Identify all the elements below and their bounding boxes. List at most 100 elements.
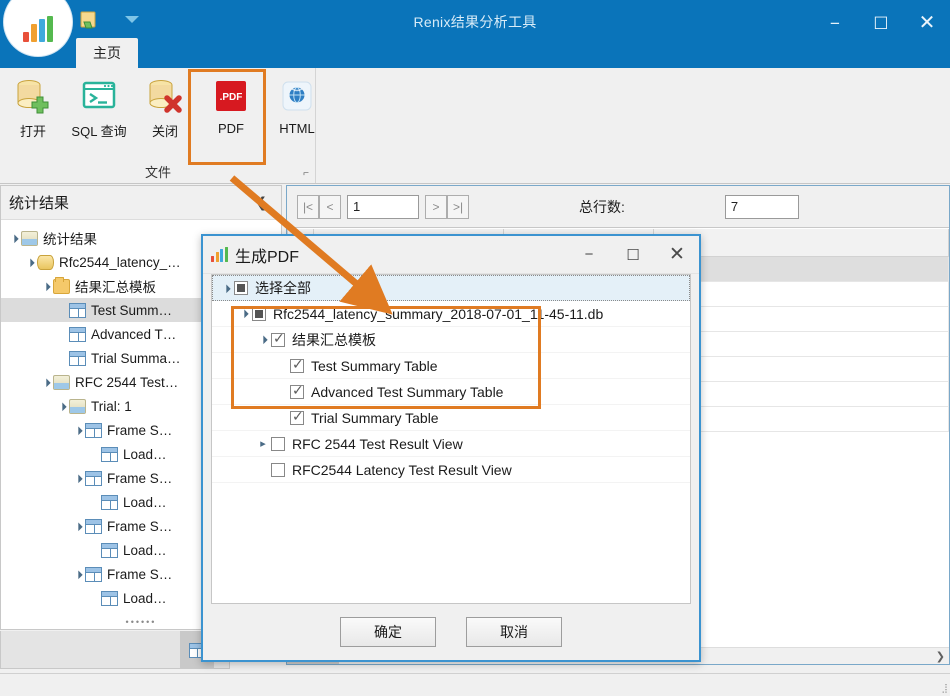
pdf-tree-item-label: Trial Summary Table (311, 409, 439, 426)
tree-twisty-icon[interactable] (71, 426, 85, 435)
tree-item-label: Rfc2544_latency_… (59, 254, 181, 270)
cube-icon (21, 230, 38, 246)
total-rows-value[interactable] (724, 194, 799, 219)
pagination-toolbar: |< < > >| 总行数: (287, 186, 949, 228)
pdf-tree-item-label: 结果汇总模板 (292, 331, 376, 348)
pdf-tree-item[interactable]: Test Summary Table (212, 353, 690, 379)
pdf-tree-item-label: RFC2544 Latency Test Result View (292, 461, 512, 478)
tree-twisty-icon[interactable] (218, 284, 234, 293)
chart-bars-icon (211, 246, 229, 263)
resize-grip-icon[interactable]: ⣸ (941, 683, 948, 694)
tree-item-label: Trial Summa… (91, 350, 181, 366)
tree-twisty-icon[interactable] (255, 335, 271, 344)
ribbon-label-pdf: PDF (218, 121, 244, 136)
checkbox-checked[interactable] (271, 330, 285, 347)
tree-twisty-icon[interactable] (39, 282, 53, 291)
sql-console-icon (79, 76, 119, 116)
select-all-row[interactable]: 选择全部 (212, 275, 690, 301)
statistics-panel-header: 统计结果 ❮ (1, 186, 281, 220)
dialog-footer: 确定 取消 (203, 604, 699, 660)
checkbox-checked[interactable] (290, 382, 304, 399)
checkbox-partial[interactable] (252, 306, 266, 321)
pdf-tree-item[interactable]: Rfc2544_latency_summary_2018-07-01_11-45… (212, 301, 690, 327)
checkbox-checked[interactable] (290, 356, 304, 373)
pdf-tree-item[interactable]: Trial Summary Table (212, 405, 690, 431)
grid-icon (85, 518, 102, 534)
dialog-tree-panel: 选择全部 Rfc2544_latency_summary_2018-07-01_1… (211, 274, 691, 604)
ribbon-button-html[interactable]: HTML (264, 70, 330, 140)
tree-twisty-icon[interactable] (236, 309, 252, 318)
ribbon-button-close[interactable]: 关闭 (132, 70, 198, 140)
ribbon-label-html: HTML (279, 121, 315, 136)
pdf-tree-item[interactable]: RFC 2544 Test Result View (212, 431, 690, 457)
panel-title: 统计结果 (9, 195, 70, 212)
dialog-close-button[interactable]: ✕ (655, 236, 699, 274)
tree-item-label: Advanced T… (91, 326, 177, 342)
grid-icon (69, 326, 86, 342)
total-rows-label: 总行数: (579, 198, 625, 215)
pdf-tree-item-label: Advanced Test Summary Table (311, 383, 504, 400)
grid-icon (85, 566, 102, 582)
tree-twisty-icon[interactable] (255, 437, 271, 450)
grid-icon (69, 350, 86, 366)
tree-item-label: Frame S… (107, 470, 173, 486)
dialog-window-controls: − ☐ ✕ (567, 236, 699, 274)
ok-button[interactable]: 确定 (340, 617, 436, 647)
checkbox-checked[interactable] (290, 408, 304, 425)
grid-icon (101, 446, 118, 462)
tree-twisty-icon[interactable] (55, 402, 69, 411)
dialog-maximize-button[interactable]: ☐ (611, 236, 655, 274)
generate-pdf-dialog: 生成PDF − ☐ ✕ 选择全部 Rfc2544_latency_summary_… (201, 234, 701, 662)
tree-twisty-icon[interactable] (71, 522, 85, 531)
dialog-launcher-icon[interactable]: ⌐ (303, 168, 309, 179)
tree-twisty-icon[interactable] (23, 258, 37, 267)
tree-twisty-icon[interactable] (71, 570, 85, 579)
pdf-tree-item[interactable]: RFC2544 Latency Test Result View (212, 457, 690, 483)
ribbon: 打开 SQL 查询 关闭 .PDF PDF HTML 文件 ⌐ (0, 68, 950, 184)
status-bar: ⣸ (0, 673, 950, 696)
tree-item-label: Load… (123, 590, 167, 606)
tree-twisty-icon[interactable] (7, 234, 21, 243)
ribbon-tabstrip: 主页 (0, 38, 950, 68)
pdf-tree-item[interactable]: Advanced Test Summary Table (212, 379, 690, 405)
ribbon-button-pdf[interactable]: .PDF PDF (198, 70, 264, 140)
pdf-tree-item-label: 选择全部 (255, 280, 311, 296)
tree-item-label: Frame S… (107, 518, 173, 534)
next-page-button[interactable]: > (425, 194, 447, 219)
grid-icon (101, 590, 118, 606)
checkbox-unchecked[interactable] (271, 436, 285, 451)
grid-icon (85, 470, 102, 486)
checkbox-partial[interactable] (234, 281, 248, 295)
last-page-button[interactable]: >| (447, 194, 469, 219)
grid-icon (101, 494, 118, 510)
ribbon-label-open: 打开 (19, 124, 46, 139)
grid-icon (85, 422, 102, 438)
scroll-right-icon[interactable]: ❯ (936, 650, 945, 663)
dialog-minimize-button[interactable]: − (567, 236, 611, 274)
pdf-content-tree[interactable]: 选择全部 Rfc2544_latency_summary_2018-07-01_1… (212, 275, 690, 483)
pdf-tree-item-label: Rfc2544_latency_summary_2018-07-01_11-45… (273, 305, 604, 322)
tree-item-label: RFC 2544 Test… (75, 374, 179, 390)
tree-item-label: 统计结果 (43, 232, 97, 247)
tree-item-label: 结果汇总模板 (75, 280, 156, 295)
cancel-button[interactable]: 取消 (466, 617, 562, 647)
pdf-tree-item[interactable]: 结果汇总模板 (212, 327, 690, 353)
prev-page-button[interactable]: < (319, 194, 341, 219)
collapse-panel-icon[interactable]: ❮ (255, 194, 273, 211)
ribbon-label-close: 关闭 (151, 124, 178, 139)
checkbox-unchecked[interactable] (271, 462, 285, 477)
ribbon-label-sql-query: SQL 查询 (71, 124, 127, 139)
first-page-button[interactable]: |< (297, 194, 319, 219)
tab-home[interactable]: 主页 (76, 38, 138, 68)
dialog-title: 生成PDF (235, 248, 300, 266)
tree-item-label: Frame S… (107, 566, 173, 582)
svg-text:.PDF: .PDF (220, 92, 243, 103)
ribbon-button-open[interactable]: 打开 (0, 70, 66, 140)
tree-twisty-icon[interactable] (71, 474, 85, 483)
tree-twisty-icon[interactable] (39, 378, 53, 387)
database-add-icon (13, 76, 53, 116)
page-number-input[interactable] (347, 194, 419, 219)
html-globe-icon (277, 76, 317, 116)
ribbon-button-sql-query[interactable]: SQL 查询 (66, 70, 132, 140)
cube-icon (69, 398, 86, 414)
